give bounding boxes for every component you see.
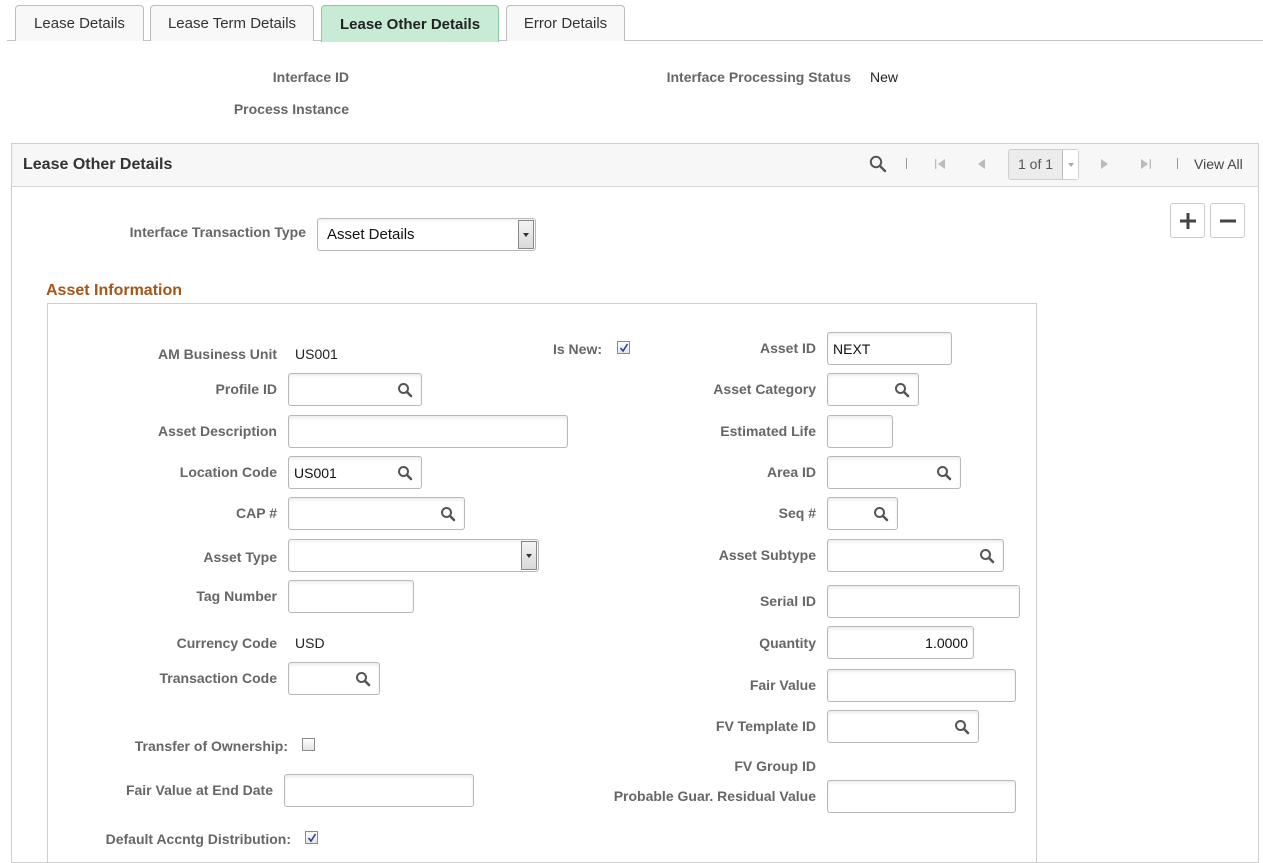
nav-separator xyxy=(906,158,907,169)
interface-id-label: Interface ID xyxy=(272,69,349,85)
plus-icon xyxy=(1179,212,1196,229)
chevron-down-icon xyxy=(1067,162,1074,167)
profile-id-input[interactable] xyxy=(288,373,422,406)
next-icon[interactable] xyxy=(1100,157,1110,169)
input-value: NEXT xyxy=(833,340,871,357)
input-value: 1.0000 xyxy=(925,634,968,651)
tab-error-details[interactable]: Error Details xyxy=(506,5,625,41)
fair-value-label: Fair Value xyxy=(749,677,816,693)
default-accntg-distribution-label: Default Accntg Distribution: xyxy=(105,831,291,847)
lookup-icon[interactable] xyxy=(355,671,371,687)
select-value: Asset Details xyxy=(327,226,415,243)
cap-number-label: CAP # xyxy=(236,505,277,521)
quantity-input[interactable]: 1.0000 xyxy=(827,626,974,659)
asset-category-input[interactable] xyxy=(827,373,919,406)
dropdown-button[interactable] xyxy=(521,541,537,570)
last-icon[interactable] xyxy=(1140,157,1152,169)
cap-number-input[interactable] xyxy=(288,497,465,530)
currency-code-value: USD xyxy=(295,635,325,651)
lookup-icon[interactable] xyxy=(440,506,456,522)
interface-transaction-type-select[interactable]: Asset Details xyxy=(317,218,536,251)
default-accntg-distribution-checkbox[interactable] xyxy=(305,831,318,844)
seq-number-label: Seq # xyxy=(778,505,816,521)
tab-label: Error Details xyxy=(523,15,608,32)
transfer-of-ownership-label: Transfer of Ownership: xyxy=(134,738,288,754)
fv-template-id-label: FV Template ID xyxy=(715,718,816,734)
serial-id-label: Serial ID xyxy=(759,593,816,609)
asset-information-title: Asset Information xyxy=(46,282,183,299)
tag-number-input[interactable] xyxy=(288,580,414,613)
chevron-down-icon xyxy=(526,553,532,558)
lookup-icon[interactable] xyxy=(954,719,970,735)
chevron-down-icon xyxy=(523,232,529,237)
tab-lease-details[interactable]: Lease Details xyxy=(15,5,144,41)
am-business-unit-value: US001 xyxy=(295,346,338,362)
am-business-unit-label: AM Business Unit xyxy=(157,346,277,362)
fair-value-end-date-input[interactable] xyxy=(284,774,474,807)
fair-value-end-date-label: Fair Value at End Date xyxy=(125,782,273,798)
tab-label: Lease Other Details xyxy=(339,15,481,33)
location-code-label: Location Code xyxy=(179,464,277,480)
transfer-of-ownership-checkbox[interactable] xyxy=(302,738,315,751)
quantity-label: Quantity xyxy=(759,635,816,651)
probable-guar-residual-value-input[interactable] xyxy=(827,780,1016,813)
tab-lease-other-details[interactable]: Lease Other Details xyxy=(321,5,499,42)
estimated-life-label: Estimated Life xyxy=(720,423,816,439)
previous-icon[interactable] xyxy=(976,157,986,169)
asset-description-label: Asset Description xyxy=(157,423,277,439)
fv-group-id-label: FV Group ID xyxy=(734,758,816,774)
lookup-icon[interactable] xyxy=(894,382,910,398)
tab-label: Lease Term Details xyxy=(167,15,297,32)
asset-category-label: Asset Category xyxy=(713,381,816,397)
transaction-code-label: Transaction Code xyxy=(159,670,277,686)
asset-subtype-label: Asset Subtype xyxy=(718,547,816,563)
asset-id-input[interactable]: NEXT xyxy=(827,332,952,365)
lookup-icon[interactable] xyxy=(936,465,952,481)
tag-number-label: Tag Number xyxy=(196,588,277,604)
location-code-input[interactable]: US001 xyxy=(288,456,422,489)
tab-lease-term-details[interactable]: Lease Term Details xyxy=(150,5,314,41)
asset-subtype-input[interactable] xyxy=(827,539,1004,572)
lookup-icon[interactable] xyxy=(397,465,413,481)
grid-title: Lease Other Details xyxy=(23,156,173,173)
process-instance-label: Process Instance xyxy=(233,101,349,117)
input-value: US001 xyxy=(294,464,337,481)
checkmark-icon xyxy=(307,833,316,842)
search-icon[interactable] xyxy=(869,155,887,173)
minus-icon xyxy=(1219,219,1236,222)
view-all-link[interactable]: View All xyxy=(1194,156,1243,172)
delete-row-button[interactable] xyxy=(1210,203,1245,238)
is-new-label: Is New: xyxy=(552,341,602,357)
dropdown-button[interactable] xyxy=(518,220,534,249)
nav-separator xyxy=(1177,158,1178,169)
interface-transaction-type-label: Interface Transaction Type xyxy=(129,224,306,240)
first-icon[interactable] xyxy=(934,157,946,169)
probable-guar-residual-value-label: Probable Guar. Residual Value xyxy=(613,788,816,804)
currency-code-label: Currency Code xyxy=(176,635,277,651)
fair-value-input[interactable] xyxy=(827,669,1016,702)
add-row-button[interactable] xyxy=(1170,203,1205,238)
interface-processing-status-value: New xyxy=(870,69,899,85)
transaction-code-input[interactable] xyxy=(288,662,380,695)
estimated-life-input[interactable] xyxy=(827,415,893,448)
tab-label: Lease Details xyxy=(34,15,125,32)
profile-id-label: Profile ID xyxy=(215,381,277,397)
lookup-icon[interactable] xyxy=(873,506,889,522)
serial-id-input[interactable] xyxy=(827,585,1020,618)
seq-number-input[interactable] xyxy=(827,497,898,530)
lookup-icon[interactable] xyxy=(397,382,413,398)
lookup-icon[interactable] xyxy=(979,548,995,564)
interface-processing-status-label: Interface Processing Status xyxy=(666,69,851,85)
page-indicator: 1 of 1 xyxy=(1018,156,1054,172)
asset-description-input[interactable] xyxy=(288,415,568,448)
page-dropdown-button[interactable] xyxy=(1062,150,1078,179)
asset-type-select[interactable] xyxy=(288,539,539,572)
fv-template-id-input[interactable] xyxy=(827,710,979,743)
asset-id-label: Asset ID xyxy=(759,340,816,356)
area-id-input[interactable] xyxy=(827,456,961,489)
asset-type-label: Asset Type xyxy=(203,549,277,565)
area-id-label: Area ID xyxy=(766,464,816,480)
